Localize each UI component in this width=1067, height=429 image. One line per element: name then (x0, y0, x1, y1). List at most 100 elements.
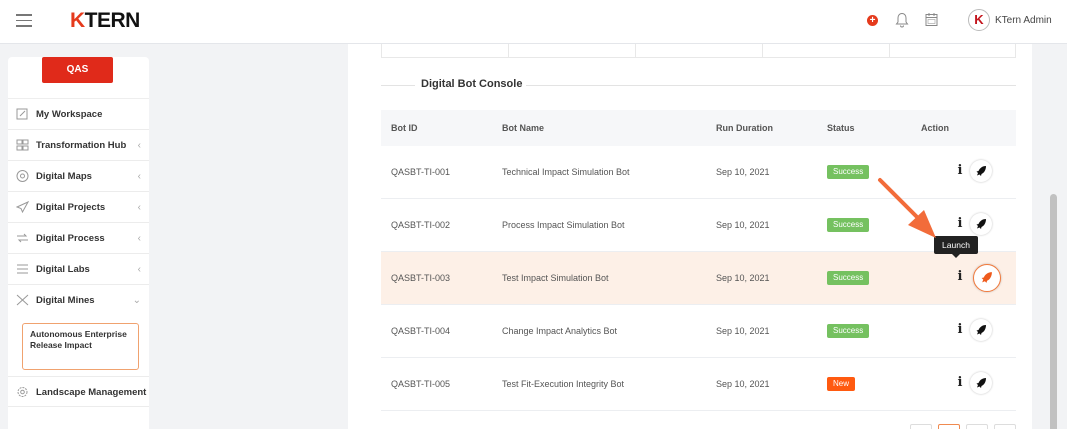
top-bar: KTERN + K KTern Admin (0, 0, 1067, 44)
table-row: QASBT-TI-005 Test Fit-Execution Integrit… (381, 358, 1016, 411)
pagination-button[interactable] (910, 424, 932, 429)
sidebar-item-digital-mines[interactable]: Digital Mines ⌄ (8, 285, 149, 316)
ktern-logo[interactable]: KTERN (70, 9, 140, 33)
sidebar-subitem-label: Autonomous Enterprise Release Impact (30, 329, 127, 350)
grid-icon (16, 139, 29, 151)
bot-id: QASBT-TI-004 (391, 326, 451, 336)
page-scrollbar[interactable] (1047, 44, 1061, 429)
launch-tooltip: Launch (934, 236, 978, 258)
chevron-left-icon: ‹ (137, 202, 141, 213)
launch-button[interactable] (970, 372, 992, 394)
column-header-status: Status (827, 123, 855, 133)
send-icon (16, 201, 29, 213)
chevron-left-icon: ‹ (137, 264, 141, 275)
pagination-button[interactable] (994, 424, 1016, 429)
bot-name: Test Fit-Execution Integrity Bot (502, 379, 625, 389)
previous-table-edge (381, 44, 1016, 58)
status-badge: Success (827, 165, 870, 179)
environment-button[interactable]: QAS (42, 57, 113, 83)
calendar-icon[interactable] (925, 12, 938, 27)
sidebar-item-my-workspace[interactable]: My Workspace (8, 99, 149, 130)
column-header-run-duration: Run Duration (716, 123, 773, 133)
chevron-left-icon: ‹ (137, 140, 141, 151)
sidebar-item-label: Digital Maps (36, 171, 92, 182)
chevron-left-icon: ‹ (137, 171, 141, 182)
sidebar-item-label: Landscape Management (36, 387, 147, 398)
chevron-left-icon: ‹ (137, 233, 141, 244)
bot-name: Change Impact Analytics Bot (502, 326, 618, 336)
sidebar-item-transformation-hub[interactable]: Transformation Hub ‹ (8, 130, 149, 161)
info-icon[interactable]: i (955, 375, 965, 390)
info-icon[interactable]: i (955, 163, 965, 178)
run-duration: Sep 10, 2021 (716, 220, 770, 230)
sidebar-item-landscape-management[interactable]: Landscape Management (8, 376, 149, 407)
info-icon[interactable]: i (955, 216, 965, 231)
status-badge: New (827, 377, 856, 391)
table-row: QASBT-TI-001 Technical Impact Simulation… (381, 146, 1016, 199)
launch-button[interactable] (973, 264, 1001, 292)
table-header: Bot ID Bot Name Run Duration Status Acti… (381, 110, 1016, 146)
bot-name: Test Impact Simulation Bot (502, 273, 609, 283)
sidebar-nav: My Workspace Transformation Hub ‹ Digita… (8, 98, 149, 407)
main-panel: Digital Bot Console Bot ID Bot Name Run … (348, 44, 1032, 429)
run-duration: Sep 10, 2021 (716, 326, 770, 336)
menu-icon[interactable] (16, 14, 32, 28)
pagination-button[interactable] (966, 424, 988, 429)
bot-id: QASBT-TI-005 (391, 379, 451, 389)
sidebar-subitem-autonomous-enterprise-release-impact[interactable]: Autonomous Enterprise Release Impact (22, 323, 139, 370)
sidebar-item-label: My Workspace (36, 109, 103, 120)
map-icon (16, 170, 29, 182)
rocket-icon (976, 325, 986, 335)
labs-icon (17, 264, 28, 274)
bot-name: Process Impact Simulation Bot (502, 220, 625, 230)
user-name[interactable]: KTern Admin (995, 15, 1052, 26)
sidebar-item-digital-maps[interactable]: Digital Maps ‹ (8, 161, 149, 192)
launch-button[interactable] (970, 319, 992, 341)
column-header-bot-id: Bot ID (391, 123, 418, 133)
run-duration: Sep 10, 2021 (716, 273, 770, 283)
bot-name: Technical Impact Simulation Bot (502, 167, 630, 177)
rocket-icon (976, 166, 986, 176)
status-badge: Success (827, 324, 870, 338)
column-header-action: Action (921, 123, 949, 133)
launch-button[interactable] (970, 160, 992, 182)
status-badge: Success (827, 218, 870, 232)
chevron-down-icon: ⌄ (132, 295, 141, 306)
sidebar-item-digital-process[interactable]: Digital Process ‹ (8, 223, 149, 254)
sidebar-item-digital-projects[interactable]: Digital Projects ‹ (8, 192, 149, 223)
bot-id: QASBT-TI-003 (391, 273, 451, 283)
rocket-icon (976, 378, 986, 388)
sidebar-item-label: Digital Process (36, 233, 105, 244)
bell-icon[interactable] (895, 12, 909, 28)
launch-button[interactable] (970, 213, 992, 235)
column-header-bot-name: Bot Name (502, 123, 545, 133)
status-badge: Success (827, 271, 870, 285)
rocket-icon (976, 219, 986, 229)
avatar[interactable]: K (968, 9, 990, 31)
sidebar-item-label: Digital Mines (36, 295, 95, 306)
rocket-icon (981, 272, 992, 283)
gear-icon (17, 387, 28, 397)
workspace-icon (16, 108, 28, 120)
section-divider (381, 85, 415, 86)
table-row: QASBT-TI-002 Process Impact Simulation B… (381, 199, 1016, 252)
section-title: Digital Bot Console (421, 78, 523, 90)
bot-id: QASBT-TI-001 (391, 167, 451, 177)
table-row: QASBT-TI-004 Change Impact Analytics Bot… (381, 305, 1016, 358)
info-icon[interactable]: i (955, 269, 965, 284)
sidebar-item-label: Digital Labs (36, 264, 90, 275)
pagination-button-active[interactable] (938, 424, 960, 429)
run-duration: Sep 10, 2021 (716, 167, 770, 177)
add-icon[interactable]: + (867, 15, 878, 26)
bot-id: QASBT-TI-002 (391, 220, 451, 230)
section-divider (526, 85, 1016, 86)
sidebar-item-digital-labs[interactable]: Digital Labs ‹ (8, 254, 149, 285)
scrollbar-thumb[interactable] (1050, 194, 1057, 429)
sidebar: QAS My Workspace Transformation Hub ‹ Di… (8, 57, 149, 429)
process-icon (17, 233, 28, 243)
table-row: QASBT-TI-003 Test Impact Simulation Bot … (381, 252, 1016, 305)
info-icon[interactable]: i (955, 322, 965, 337)
mines-icon (16, 294, 29, 306)
run-duration: Sep 10, 2021 (716, 379, 770, 389)
sidebar-item-label: Digital Projects (36, 202, 106, 213)
